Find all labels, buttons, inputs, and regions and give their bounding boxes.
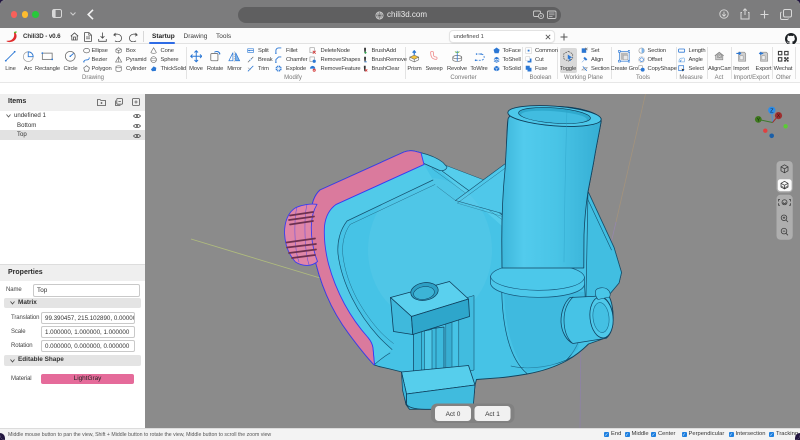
svg-text:Y: Y — [756, 117, 760, 123]
svg-text:Act 0: Act 0 — [446, 411, 461, 418]
svg-text:X: X — [777, 114, 781, 120]
svg-text:Act 1: Act 1 — [485, 411, 500, 418]
